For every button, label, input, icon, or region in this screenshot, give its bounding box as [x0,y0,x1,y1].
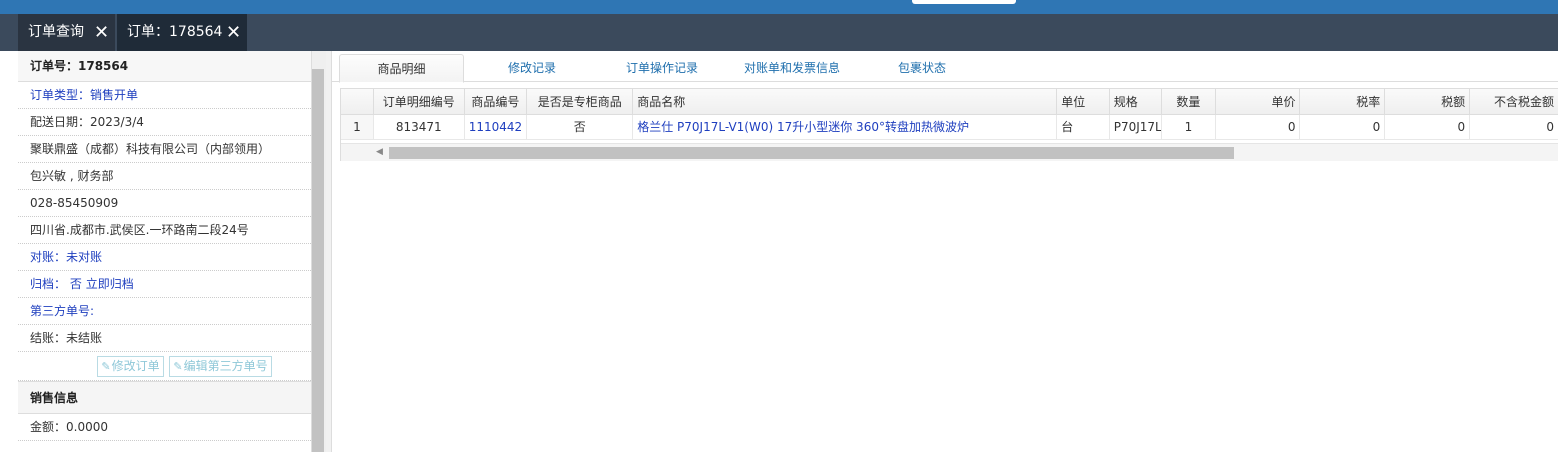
customer-company: 聚联鼎盛（成都）科技有限公司（内部领用） [18,136,311,163]
cell-detail-no: 813471 [373,114,465,140]
header-unit[interactable]: 单位 [1056,89,1110,115]
header-tax-amount[interactable]: 税额 [1384,89,1471,115]
order-type: 订单类型：销售开单 [18,82,311,109]
cell-is-counter: 否 [526,114,634,140]
cell-rownum: 1 [341,114,374,140]
cell-tax-amount: 0 [1384,114,1471,140]
edit-order-label: 修改订单 [111,359,160,373]
edit-order-button[interactable]: ✎修改订单 [97,356,164,377]
tab-order-detail[interactable]: 订单：178564 ✕ [117,14,247,51]
order-info-panel: 订单号：178564 订单类型：销售开单 配送日期：2023/3/4 聚联鼎盛（… [18,51,312,452]
cell-tax-rate: 0 [1299,114,1386,140]
table-row[interactable]: 1 813471 1110442 否 格兰仕 P70J17L-V1(W0) 17… [341,114,1558,140]
scroll-left-icon[interactable]: ◀ [376,147,383,157]
tab-statement-invoice[interactable]: 对账单和发票信息 [732,54,852,83]
third-party-number: 第三方单号: [18,298,311,325]
customer-contact: 包兴敏 , 财务部 [18,163,311,190]
product-grid: 订单明细编号 商品编号 是否是专柜商品 商品名称 单位 规格 数量 单价 税率 … [340,88,1558,161]
header-product-code[interactable]: 商品编号 [464,89,528,115]
detail-tabs: 商品明细 修改记录 订单操作记录 对账单和发票信息 包裹状态 [332,51,1558,83]
cell-product-name-link[interactable]: 格兰仕 P70J17L-V1(W0) 17升小型迷你 360°转盘加热微波炉 [632,114,1058,140]
customer-phone: 028-85450909 [18,190,311,217]
cell-unit-price: 0 [1215,114,1301,140]
tab-product-details[interactable]: 商品明细 [339,54,464,83]
scrollbar-thumb[interactable] [389,147,1234,159]
sales-amount: 金额：0.0000 [18,414,311,441]
close-icon[interactable]: ✕ [226,14,241,51]
header-spec[interactable]: 规格 [1109,89,1163,115]
customer-address: 四川省.成都市.武侯区.一环路南二段24号 [18,217,311,244]
header-unit-price[interactable]: 单价 [1215,89,1301,115]
tab-operation-log[interactable]: 订单操作记录 [612,54,712,83]
cell-amount-ex-tax: 0 [1469,114,1558,140]
sales-info-heading: 销售信息 [18,381,311,414]
edit-icon: ✎ [101,360,111,373]
action-buttons: ✎修改订单 ✎编辑第三方单号 [18,352,311,381]
scrollbar-thumb[interactable] [312,69,324,452]
delivery-date: 配送日期：2023/3/4 [18,109,311,136]
header-tax-rate[interactable]: 税率 [1299,89,1386,115]
edit-icon: ✎ [173,360,183,373]
header-is-counter[interactable]: 是否是专柜商品 [526,89,634,115]
settlement-status: 结账：未结账 [18,325,311,352]
tab-label: 订单查询 [28,24,84,40]
top-bar [0,0,1558,14]
header-rownum [341,89,374,115]
header-quantity[interactable]: 数量 [1161,89,1216,115]
grid-horizontal-scrollbar[interactable]: ◀ [341,143,1558,161]
cell-quantity: 1 [1161,114,1216,140]
edit-third-party-button[interactable]: ✎编辑第三方单号 [169,356,272,377]
grid-header-row: 订单明细编号 商品编号 是否是专柜商品 商品名称 单位 规格 数量 单价 税率 … [341,89,1558,115]
cell-spec: P70J17L [1109,114,1163,140]
top-bar-button[interactable] [912,0,1016,4]
close-icon[interactable]: ✕ [94,14,109,51]
tab-order-query[interactable]: 订单查询 ✕ [18,14,115,51]
left-panel-scrollbar[interactable] [312,51,326,452]
tab-label: 订单：178564 [127,24,223,40]
reconcile-status: 对账：未对账 [18,244,311,271]
edit-third-party-label: 编辑第三方单号 [183,359,268,373]
archive-value: 否 [69,277,82,291]
cell-unit: 台 [1056,114,1110,140]
header-product-name[interactable]: 商品名称 [632,89,1058,115]
archive-status: 归档： 否 立即归档 [18,271,311,298]
order-number: 订单号：178564 [18,51,311,82]
header-detail-no[interactable]: 订单明细编号 [373,89,465,115]
cell-product-code-link[interactable]: 1110442 [464,114,528,140]
archive-now-link[interactable]: 立即归档 [86,277,134,291]
tab-modification-log[interactable]: 修改记录 [482,54,582,83]
archive-label: 归档： [30,277,67,291]
tab-package-status[interactable]: 包裹状态 [872,54,972,83]
tab-strip: 订单查询 ✕ 订单：178564 ✕ [0,14,1558,51]
panel-divider[interactable] [326,51,332,452]
header-amount-ex-tax[interactable]: 不含税金额 [1469,89,1558,115]
